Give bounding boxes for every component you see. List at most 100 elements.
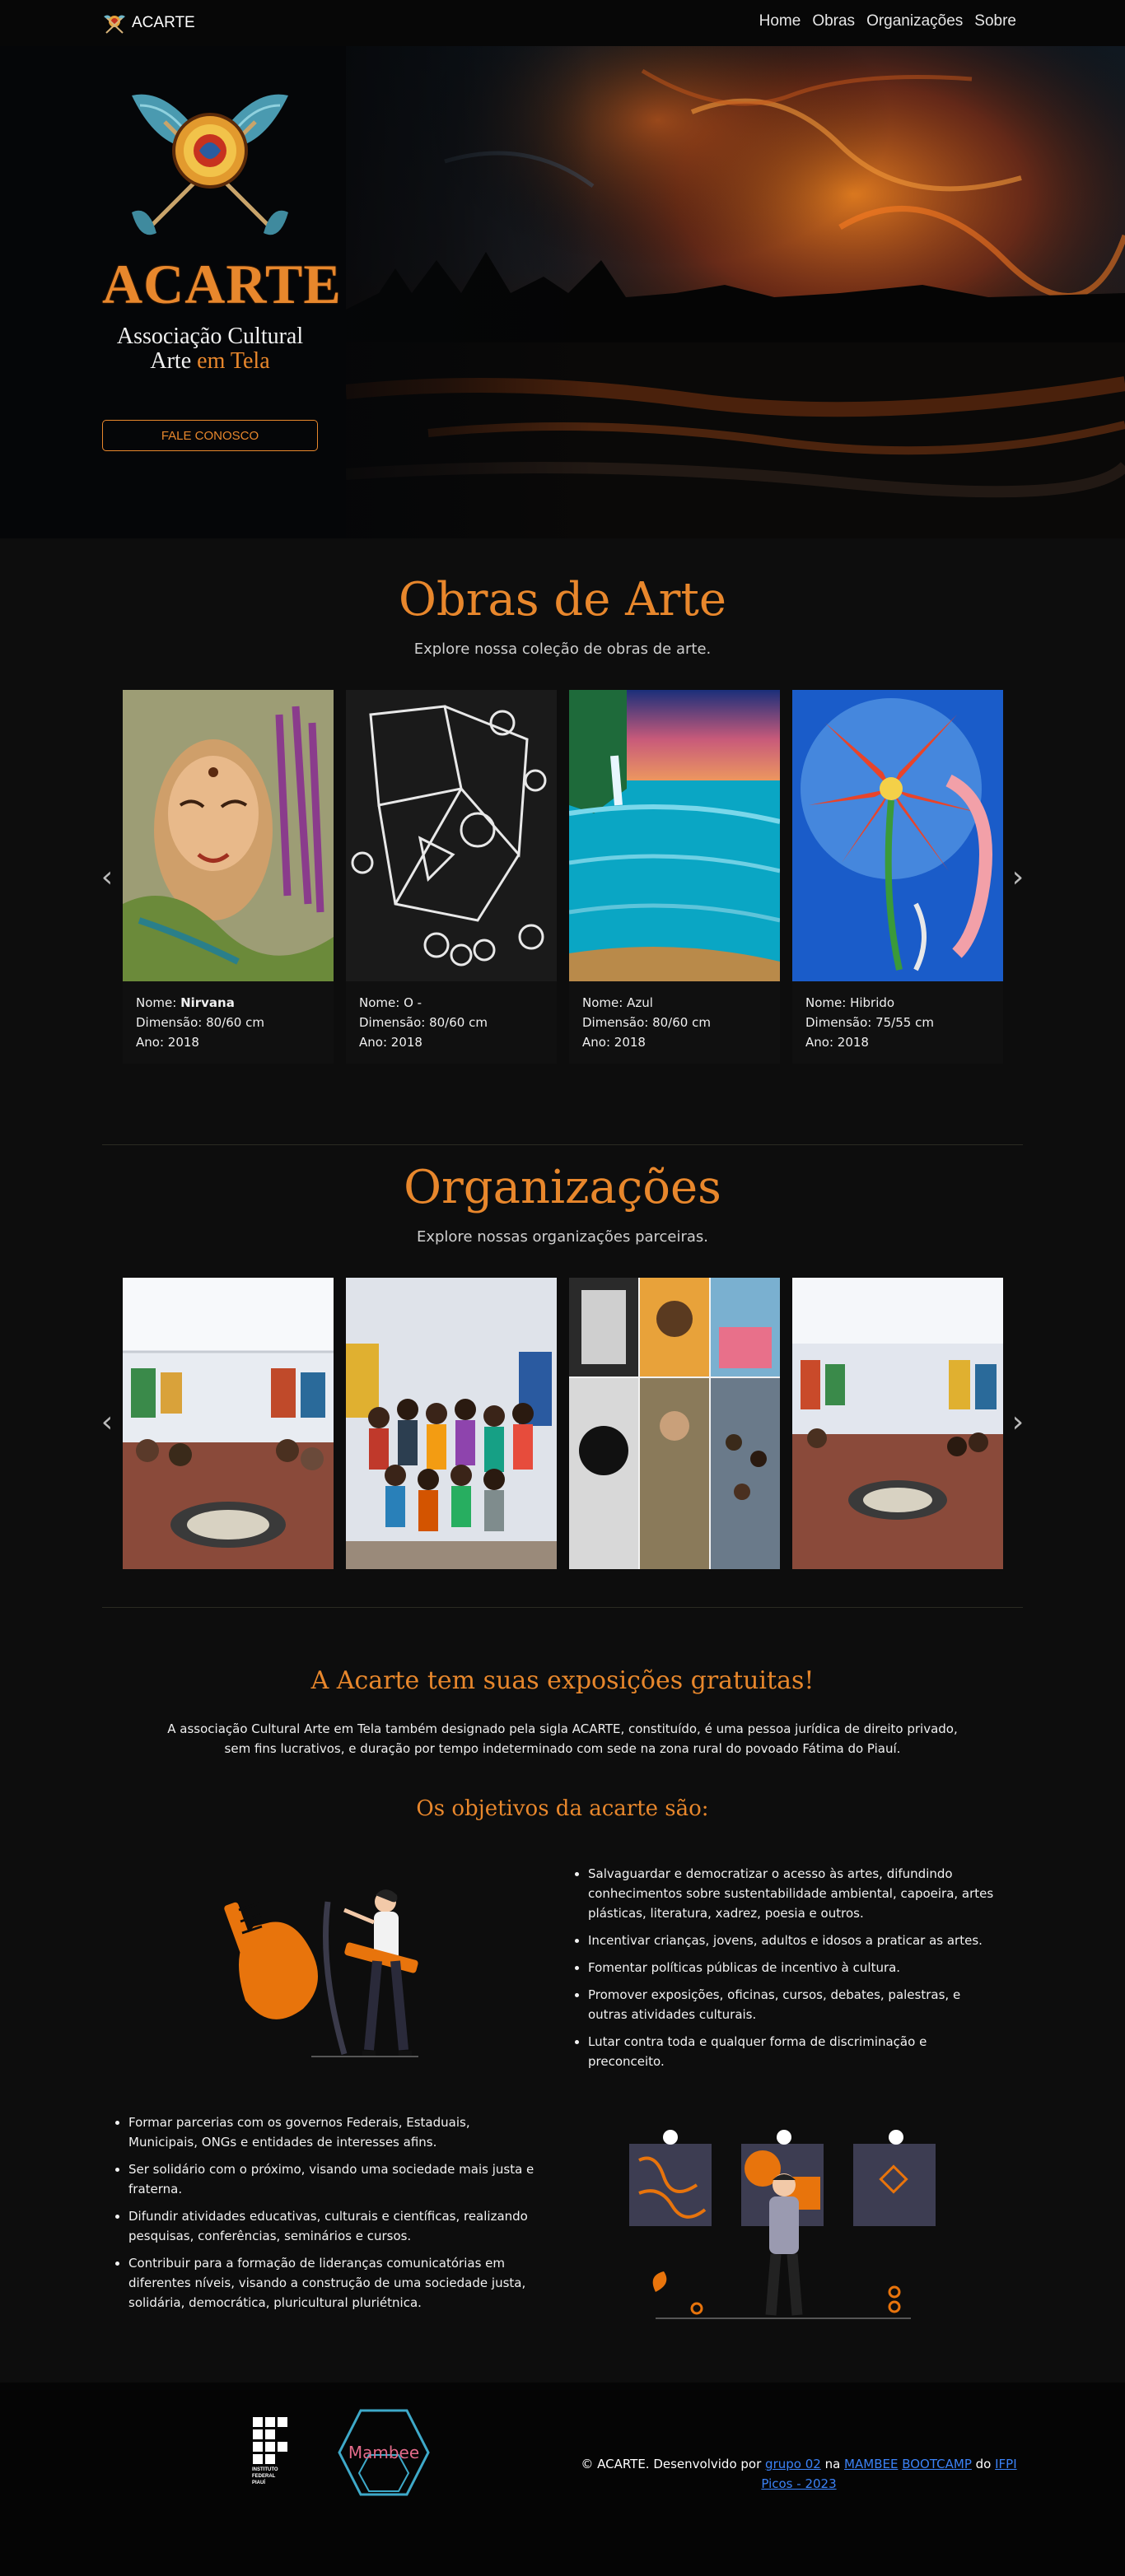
obras-subtitle: Explore nossa coleção de obras de arte. bbox=[413, 641, 712, 658]
organization-photo[interactable] bbox=[346, 1278, 557, 1569]
goals-list-left: Formar parcerias com os governos Federai… bbox=[128, 2113, 540, 2320]
goal-item: Formar parcerias com os governos Federai… bbox=[128, 2113, 540, 2152]
artwork-name-label: Nome: bbox=[359, 995, 404, 1010]
about-text-line1: A associação Cultural Arte em Tela també… bbox=[167, 1721, 958, 1736]
brand-name: ACARTE bbox=[132, 14, 195, 31]
mambee-logo-icon[interactable]: Mambee bbox=[336, 2407, 432, 2498]
gallery-illustration bbox=[629, 2130, 936, 2319]
artwork-year-label: Ano: bbox=[136, 1035, 168, 1050]
artwork-year: 2018 bbox=[614, 1035, 646, 1050]
nav-link-home[interactable]: Home bbox=[759, 12, 801, 30]
nav-link-obras[interactable]: Obras bbox=[812, 12, 855, 30]
artwork-dim: 75/55 cm bbox=[875, 1015, 934, 1030]
artwork-image bbox=[346, 690, 557, 981]
nav-link-sobre[interactable]: Sobre bbox=[974, 12, 1016, 30]
artwork-card[interactable]: Nome: Azul Dimensão: 80/60 cm Ano: 2018 bbox=[569, 690, 780, 1064]
artwork-year: 2018 bbox=[390, 1035, 422, 1050]
artwork-name-label: Nome: bbox=[136, 995, 181, 1010]
artwork-dim-label: Dimensão: bbox=[136, 1015, 207, 1030]
artwork-year: 2018 bbox=[837, 1035, 869, 1050]
artwork-name: Hibrido bbox=[850, 995, 895, 1010]
artwork-image bbox=[123, 690, 334, 981]
artwork-meta: Nome: Hibrido Dimensão: 75/55 cm Ano: 20… bbox=[792, 981, 1003, 1064]
nav-link-organizacoes[interactable]: Organizações bbox=[866, 12, 963, 30]
artwork-meta: Nome: Nirvana Dimensão: 80/60 cm Ano: 20… bbox=[123, 981, 334, 1064]
obras-prev-arrow-icon[interactable]: ‹ bbox=[99, 861, 115, 894]
hero-subtitle-arte: Arte bbox=[150, 348, 192, 374]
brand-link[interactable]: ACARTE bbox=[102, 12, 195, 35]
artwork-year: 2018 bbox=[167, 1035, 199, 1050]
artwork-card[interactable]: Nome: O - Dimensão: 80/60 cm Ano: 2018 bbox=[346, 690, 557, 1064]
hero-title: ACARTE bbox=[102, 253, 342, 315]
hero-subtitle-line1: Associação Cultural bbox=[116, 324, 304, 349]
footer-link-ifpi[interactable]: IFPI bbox=[995, 2457, 1017, 2471]
hero-section: ACARTE Associação Cultural Arte em Tela … bbox=[0, 46, 1125, 538]
footer-text-c: do bbox=[971, 2457, 996, 2471]
artwork-dim: 80/60 cm bbox=[206, 1015, 264, 1030]
hero-subtitle-line2: Arte em Tela bbox=[102, 349, 318, 374]
footer-link-mambee[interactable]: MAMBEE bbox=[844, 2457, 898, 2471]
obras-title: Obras de Arte bbox=[398, 573, 727, 627]
organization-photo[interactable] bbox=[569, 1278, 780, 1569]
footer-text-b: na bbox=[820, 2457, 845, 2471]
footer-link-grupo[interactable]: grupo 02 bbox=[765, 2457, 821, 2471]
mambee-text: Mambee bbox=[348, 2443, 419, 2462]
artwork-year-label: Ano: bbox=[805, 1035, 838, 1050]
navbar: ACARTE Home Obras Organizações Sobre bbox=[0, 0, 1125, 46]
footer-link-picos[interactable]: Picos - 2023 bbox=[761, 2476, 836, 2491]
artwork-dim: 80/60 cm bbox=[652, 1015, 711, 1030]
organization-photo[interactable] bbox=[123, 1278, 334, 1569]
footer-credits: © ACARTE. Desenvolvido por grupo 02 na M… bbox=[577, 2454, 1021, 2494]
goals-list-right: Salvaguardar e democratizar o acesso às … bbox=[588, 1864, 1000, 2079]
artwork-meta: Nome: O - Dimensão: 80/60 cm Ano: 2018 bbox=[346, 981, 557, 1064]
artwork-name-label: Nome: bbox=[805, 995, 851, 1010]
artwork-image bbox=[792, 690, 1003, 981]
section-divider bbox=[102, 1607, 1023, 1608]
artwork-name: O - bbox=[404, 995, 422, 1010]
goal-item: Difundir atividades educativas, culturai… bbox=[128, 2206, 540, 2246]
ifpi-text-3: PIAUÍ bbox=[252, 2479, 265, 2485]
ifpi-text-1: INSTITUTO bbox=[252, 2467, 278, 2472]
artwork-name: Azul bbox=[627, 995, 653, 1010]
goal-item: Contribuir para a formação de lideranças… bbox=[128, 2253, 540, 2313]
artwork-meta: Nome: Azul Dimensão: 80/60 cm Ano: 2018 bbox=[569, 981, 780, 1064]
goal-item: Fomentar políticas públicas de incentivo… bbox=[588, 1958, 1000, 1977]
artwork-dim-label: Dimensão: bbox=[359, 1015, 430, 1030]
artwork-dim-label: Dimensão: bbox=[582, 1015, 653, 1030]
ifpi-text-2: FEDERAL bbox=[252, 2474, 276, 2479]
orgs-title: Organizações bbox=[404, 1161, 721, 1214]
artwork-name-label: Nome: bbox=[582, 995, 628, 1010]
artwork-name: Nirvana bbox=[180, 995, 235, 1010]
hero-subtitle: Associação Cultural Arte em Tela bbox=[102, 324, 318, 374]
goal-item: Ser solidário com o próximo, visando uma… bbox=[128, 2159, 540, 2199]
goal-item: Incentivar crianças, jovens, adultos e i… bbox=[588, 1931, 1000, 1950]
goal-item: Lutar contra toda e qualquer forma de di… bbox=[588, 2032, 1000, 2071]
footer-text-a: © ACARTE. Desenvolvido por bbox=[581, 2457, 766, 2471]
goal-item: Salvaguardar e democratizar o acesso às … bbox=[588, 1864, 1000, 1923]
about-text-line2: sem fins lucrativos, e duração por tempo… bbox=[224, 1741, 901, 1756]
orgs-prev-arrow-icon[interactable]: ‹ bbox=[99, 1406, 115, 1439]
artwork-year-label: Ano: bbox=[582, 1035, 614, 1050]
organization-photo[interactable] bbox=[792, 1278, 1003, 1569]
artwork-year-label: Ano: bbox=[359, 1035, 391, 1050]
goals-title: Os objetivos da acarte são: bbox=[416, 1796, 709, 1821]
artwork-card[interactable]: Nome: Hibrido Dimensão: 75/55 cm Ano: 20… bbox=[792, 690, 1003, 1064]
about-text: A associação Cultural Arte em Tela també… bbox=[165, 1719, 960, 1758]
orgs-subtitle: Explore nossas organizações parceiras. bbox=[416, 1228, 709, 1246]
contact-button[interactable]: FALE CONOSCO bbox=[102, 420, 318, 451]
footer-link-bootcamp[interactable]: BOOTCAMP bbox=[902, 2457, 972, 2471]
artwork-dim-label: Dimensão: bbox=[805, 1015, 876, 1030]
orgs-next-arrow-icon[interactable]: › bbox=[1010, 1406, 1026, 1439]
ifpi-logo-icon[interactable]: INSTITUTO FEDERAL PIAUÍ bbox=[251, 2415, 292, 2490]
artwork-dim: 80/60 cm bbox=[429, 1015, 488, 1030]
acarte-emblem-icon bbox=[132, 94, 288, 235]
goal-item: Promover exposições, oficinas, cursos, d… bbox=[588, 1985, 1000, 2024]
about-title: A Acarte tem suas exposições gratuitas! bbox=[310, 1666, 815, 1695]
guitar-illustration bbox=[224, 1889, 418, 2057]
acarte-logo-icon bbox=[104, 15, 125, 34]
artwork-card[interactable]: Nome: Nirvana Dimensão: 80/60 cm Ano: 20… bbox=[123, 690, 334, 1064]
artwork-image bbox=[569, 690, 780, 981]
hero-subtitle-em-tela: em Tela bbox=[197, 348, 270, 374]
footer: INSTITUTO FEDERAL PIAUÍ Mambee © ACARTE.… bbox=[0, 2383, 1125, 2576]
obras-next-arrow-icon[interactable]: › bbox=[1010, 861, 1026, 894]
